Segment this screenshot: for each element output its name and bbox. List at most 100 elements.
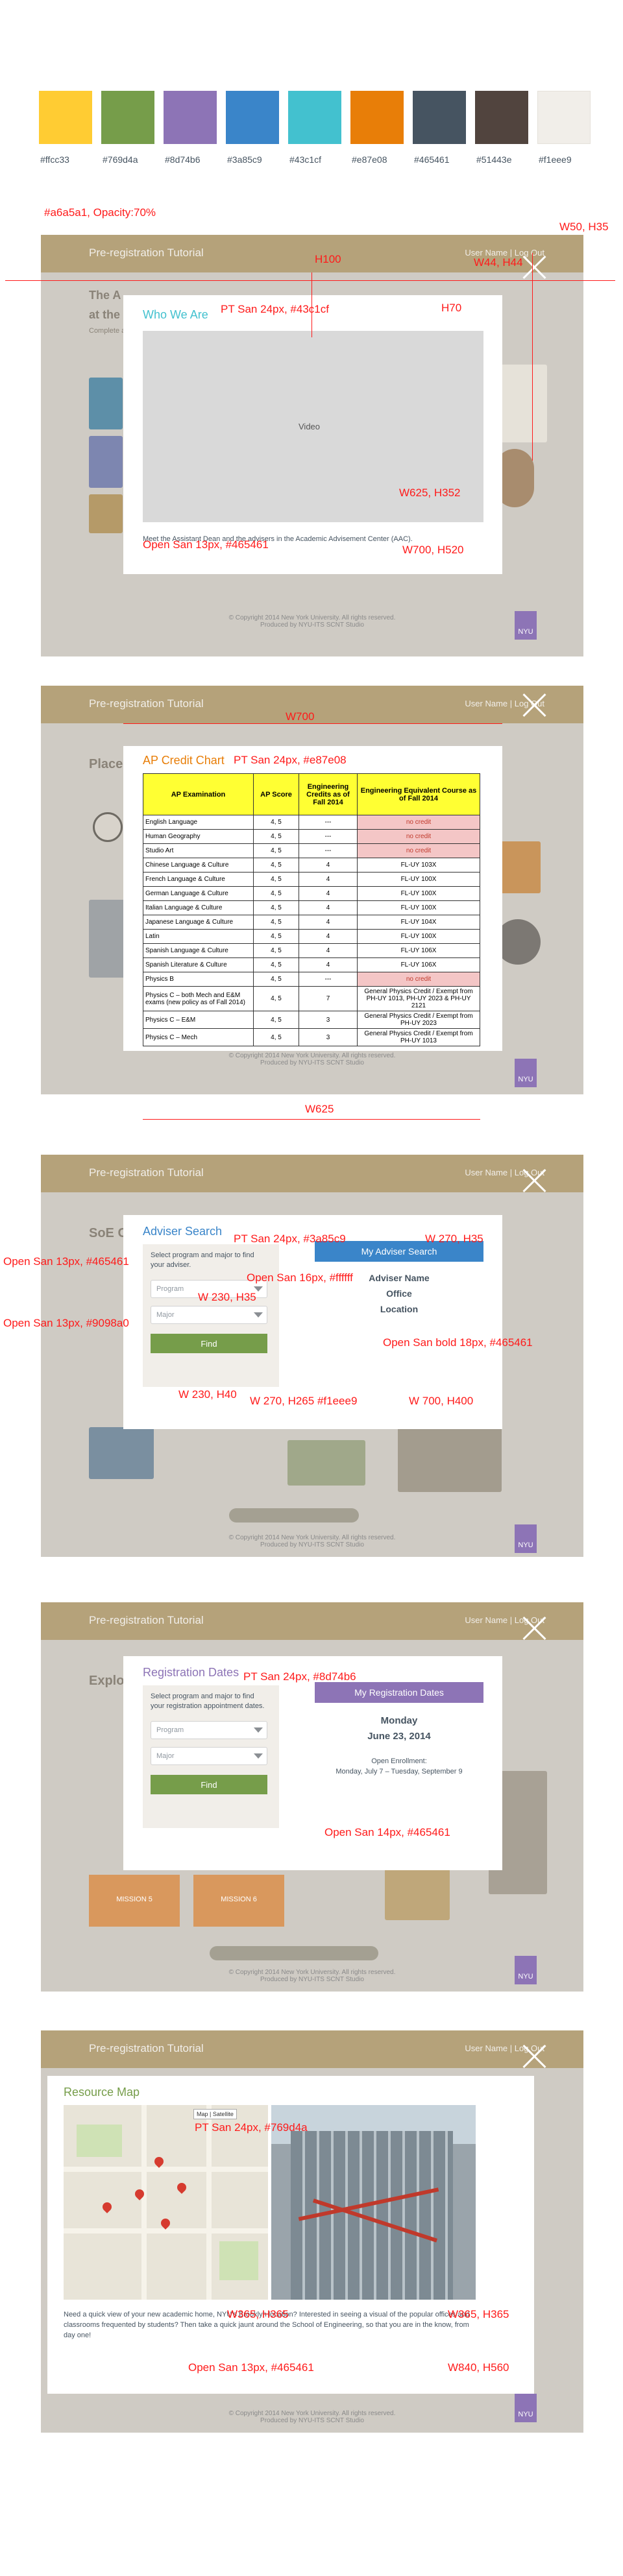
top-bar: Pre-registration Tutorial User Name | Lo…	[41, 1155, 583, 1192]
footer: © Copyright 2014 New York University. Al…	[41, 614, 583, 629]
table-cell: 4, 5	[253, 886, 299, 901]
nyu-logo: NYU	[515, 1524, 537, 1553]
table-cell: 4, 5	[253, 915, 299, 930]
table-body: English Language 4, 5 --- no credit Human Ge…	[143, 815, 480, 1046]
map-tab-map[interactable]: Map	[197, 2111, 208, 2117]
table-cell: FL-UY 100X	[357, 872, 480, 887]
table-row: Italian Language & Culture 4, 5 4 FL-UY 100…	[143, 900, 480, 915]
search-panel: Select program and major to find your re…	[143, 1685, 279, 1828]
annotation-modal: W 700, H400	[409, 1395, 474, 1407]
table-cell: 4, 5	[253, 1011, 299, 1029]
swatch-8	[537, 91, 591, 144]
close-icon[interactable]	[521, 1615, 547, 1641]
table-row: Physics C – E&M 4, 5 3 General Physics Cred…	[143, 1011, 480, 1029]
map-tab-satellite[interactable]: Satellite	[213, 2111, 234, 2117]
search-instructions: Select program and major to find your re…	[151, 1692, 265, 1710]
campus-map[interactable]: Map | Satellite	[64, 2105, 268, 2300]
swatch-0	[39, 91, 92, 144]
table-cell: FL-UY 106X	[357, 943, 480, 958]
annotation-photo: W365, H365	[448, 2308, 509, 2320]
table-cell: FL-UY 103X	[357, 858, 480, 873]
program-select[interactable]: Program	[151, 1721, 267, 1739]
table-row: Physics C – both Mech and E&M exams (new…	[143, 986, 480, 1011]
swatch-label-4: #43c1cf	[289, 154, 322, 165]
close-icon[interactable]	[521, 254, 547, 280]
annotation-hdr: W 270, H35	[425, 1233, 483, 1245]
annotation-title: PT San 24px, #43c1cf	[221, 303, 329, 315]
table-row: Latin 4, 5 4 FL-UY 100X	[143, 929, 480, 944]
col-header: Engineering Equivalent Course as of Fall…	[357, 773, 480, 815]
modal-title: Registration Dates	[143, 1666, 239, 1679]
table-cell: ---	[299, 972, 358, 987]
swatch-label-6: #465461	[414, 154, 450, 165]
footer-copyright: © Copyright 2014 New York University. Al…	[228, 1969, 396, 1976]
table-cell: 4, 5	[253, 957, 299, 972]
chevron-down-icon	[254, 1727, 263, 1733]
app-title: Pre-registration Tutorial	[89, 1166, 204, 1179]
table-row: Japanese Language & Culture 4, 5 4 FL-UY 10…	[143, 915, 480, 930]
table-cell: ---	[299, 815, 358, 830]
table-cell: 7	[299, 986, 358, 1011]
close-icon[interactable]	[521, 692, 547, 718]
table-header-row: AP Examination AP Score Engineering Cred…	[143, 773, 480, 815]
table-cell: 3	[299, 1011, 358, 1029]
bg-heading: The A at the	[89, 285, 121, 324]
table-row: Studio Art 4, 5 --- no credit	[143, 843, 480, 858]
annotation-title: PT San 24px, #e87e08	[234, 754, 347, 766]
close-icon[interactable]	[521, 1168, 547, 1194]
close-icon[interactable]	[521, 2043, 547, 2069]
table-cell: 4	[299, 858, 358, 873]
annotation-line	[532, 253, 533, 461]
table-row: English Language 4, 5 --- no credit	[143, 815, 480, 830]
table-cell: Physics B	[143, 972, 254, 987]
table-cell: ---	[299, 829, 358, 844]
building-photo	[271, 2105, 476, 2300]
map-pin-icon[interactable]	[175, 2181, 188, 2194]
annotation-map: W365, H365	[227, 2308, 289, 2320]
table-row: Spanish Language & Culture 4, 5 4 FL-UY 106…	[143, 943, 480, 958]
find-button[interactable]: Find	[151, 1775, 267, 1794]
swatch-label-2: #8d74b6	[165, 154, 201, 165]
app-title: Pre-registration Tutorial	[89, 1614, 204, 1626]
search-instructions: Select program and major to find your ad…	[151, 1251, 254, 1269]
table-cell: French Language & Culture	[143, 872, 254, 887]
reg-date: June 23, 2014	[367, 1731, 431, 1742]
footer-credit: Produced by NYU-ITS SCNT Studio	[260, 2417, 364, 2424]
table-cell: General Physics Credit / Exempt from PH-…	[357, 986, 480, 1011]
ap-credit-table: AP Examination AP Score Engineering Cred…	[143, 773, 480, 1046]
app-title: Pre-registration Tutorial	[89, 697, 204, 710]
table-cell: German Language & Culture	[143, 886, 254, 901]
table-row: Physics C – Mech 4, 5 3 General Physics Cre…	[143, 1028, 480, 1046]
annotation-close-2: W44, H44	[474, 256, 523, 269]
swatch-label-8: #f1eee9	[539, 154, 572, 165]
table-cell: Physics C – Mech	[143, 1028, 254, 1046]
swatch-7	[475, 91, 528, 144]
table-cell: General Physics Credit / Exempt from PH-…	[357, 1011, 480, 1029]
mission-6-tile[interactable]: MISSION 6	[193, 1875, 284, 1927]
app-title: Pre-registration Tutorial	[89, 2042, 204, 2054]
bg-shelf	[287, 1440, 365, 1486]
major-select[interactable]: Major	[151, 1747, 267, 1765]
table-cell: ---	[299, 843, 358, 858]
table-cell: Physics C – both Mech and E&M exams (new…	[143, 986, 254, 1011]
table-cell: Human Geography	[143, 829, 254, 844]
bg-books	[89, 1427, 154, 1479]
major-select[interactable]: Major	[151, 1306, 267, 1324]
map-pin-icon[interactable]	[159, 2217, 172, 2230]
map-pin-icon[interactable]	[153, 2155, 165, 2168]
annotation-video: W625, H352	[399, 487, 461, 499]
mission-5-tile[interactable]: MISSION 5	[89, 1875, 180, 1927]
table-cell: 4, 5	[253, 872, 299, 887]
adviser-location: Location	[380, 1304, 419, 1314]
table-cell: General Physics Credit / Exempt from PH-…	[357, 1028, 480, 1046]
col-header: AP Score	[253, 773, 299, 815]
modal-title: Adviser Search	[143, 1225, 223, 1238]
footer-credit: Produced by NYU-ITS SCNT Studio	[260, 1976, 364, 1983]
modal-title: AP Credit Chart	[143, 754, 225, 767]
map-pin-icon[interactable]	[101, 2200, 114, 2213]
find-button[interactable]: Find	[151, 1334, 267, 1353]
footer-copyright: © Copyright 2014 New York University. Al…	[228, 614, 396, 621]
open-enrollment-label: Open Enrollment:	[371, 1757, 427, 1765]
annotation-line	[5, 280, 615, 281]
map-park	[77, 2125, 122, 2157]
